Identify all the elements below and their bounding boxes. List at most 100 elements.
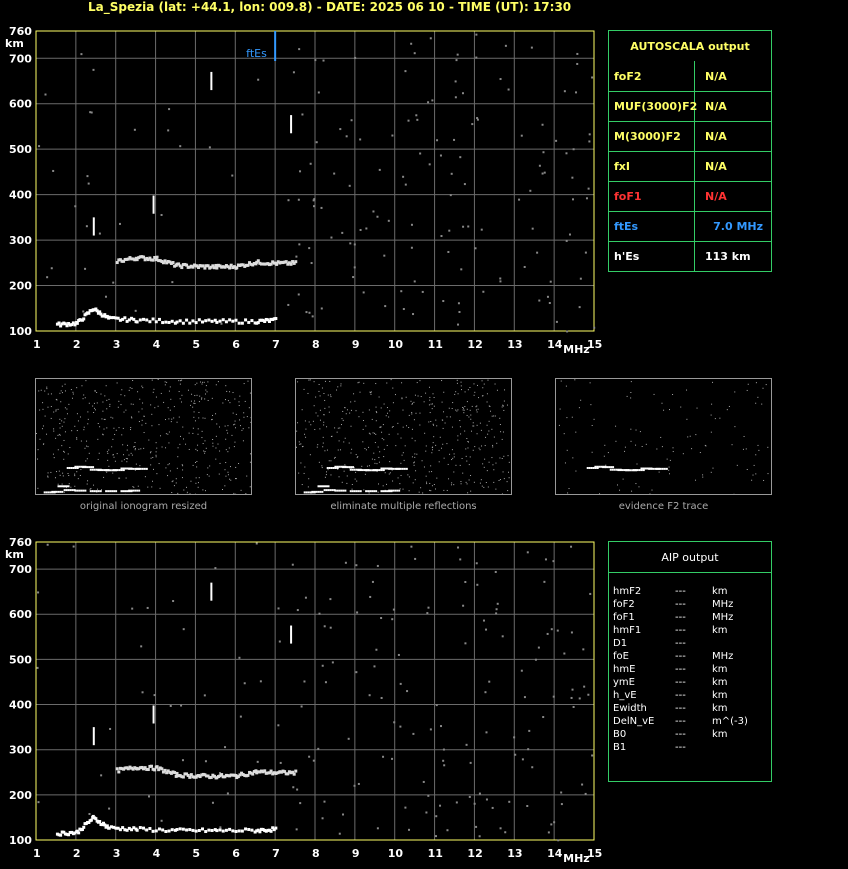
thumb-noise — [506, 481, 508, 483]
x-tick-label: 7 — [272, 338, 280, 351]
thumb-noise — [746, 469, 748, 471]
thumb-noise — [498, 480, 500, 482]
noise-point — [355, 671, 358, 674]
noise-point — [546, 632, 549, 635]
x-tick-label: 5 — [192, 847, 200, 860]
aip-row: Ewidth --- km — [613, 702, 771, 715]
trace-point — [210, 319, 214, 323]
thumb-noise — [359, 391, 361, 393]
thumb-noise — [202, 489, 204, 491]
thumb-noise — [61, 445, 63, 447]
thumb-noise — [593, 418, 595, 420]
thumb-noise — [362, 411, 364, 413]
thumb-noise — [193, 416, 195, 418]
trace-point — [237, 321, 241, 325]
noise-point — [292, 71, 295, 74]
thumb-trace — [57, 490, 60, 493]
noise-point — [412, 313, 415, 316]
thumb-noise — [134, 445, 136, 447]
thumb-noise — [106, 451, 108, 453]
thumb-trace — [342, 489, 345, 492]
thumb-noise — [368, 465, 370, 467]
thumb-noise — [378, 456, 380, 458]
noise-point — [226, 792, 229, 795]
thumb-noise — [726, 409, 728, 411]
thumb-noise — [148, 439, 150, 441]
thumb-noise — [301, 484, 303, 486]
thumb-noise — [143, 447, 145, 449]
thumb-noise — [660, 436, 662, 438]
thumb-noise — [313, 405, 315, 407]
noise-point — [321, 664, 324, 667]
noise-point — [148, 795, 151, 798]
thumb-noise — [350, 425, 352, 427]
noise-point — [576, 52, 579, 55]
thumb-noise — [179, 380, 181, 382]
noise-point — [499, 277, 502, 280]
thumb-noise — [414, 440, 416, 442]
thumb-noise — [375, 433, 377, 435]
thumb-noise — [39, 409, 41, 411]
x-tick-label: 12 — [467, 847, 482, 860]
thumb-noise — [351, 483, 353, 485]
x-tick-label: 14 — [547, 847, 563, 860]
thumb-noise — [138, 448, 140, 450]
thumb-noise — [112, 438, 114, 440]
thumb-noise — [416, 382, 418, 384]
trace-point — [180, 266, 184, 270]
thumb-trace — [122, 490, 125, 493]
thumb-noise — [710, 431, 712, 433]
thumb-noise — [74, 473, 76, 475]
aip-table: AIP output hmF2 --- km foF2 --- MHz foF1 --- MHz… — [608, 541, 772, 782]
trace-point — [247, 828, 251, 832]
thumb-noise — [397, 433, 399, 435]
noise-point — [376, 215, 379, 218]
noise-point — [457, 546, 460, 549]
noise-point — [422, 780, 425, 783]
thumb-noise — [227, 451, 229, 453]
noise-point — [400, 290, 403, 293]
thumb-trace — [636, 469, 639, 472]
thumb-noise — [63, 421, 65, 423]
thumb-noise — [324, 450, 326, 452]
thumb-trace — [91, 490, 94, 493]
thumb-trace — [348, 466, 351, 469]
thumb-noise — [478, 447, 480, 449]
trace-point — [148, 320, 152, 324]
thumb-trace — [68, 466, 71, 469]
thumb-trace — [606, 466, 609, 469]
thumb-noise — [559, 408, 561, 410]
thumb-noise — [619, 489, 621, 491]
thumb-noise — [309, 379, 311, 381]
thumb-trace — [336, 489, 339, 492]
thumb-noise — [448, 407, 450, 409]
thumb-trace — [634, 469, 637, 472]
thumb-noise — [375, 420, 377, 422]
thumb-noise — [125, 477, 127, 479]
thumb-noise — [235, 413, 237, 415]
thumb-noise — [304, 466, 306, 468]
thumb-noise — [653, 393, 655, 395]
trace-point — [292, 772, 296, 776]
noise-point — [408, 828, 411, 831]
thumb-noise — [411, 437, 413, 439]
thumb-noise — [44, 390, 46, 392]
thumb-noise — [76, 387, 78, 389]
noise-point — [443, 764, 446, 767]
thumb-noise — [363, 382, 365, 384]
thumb-trace — [89, 468, 92, 471]
thumb-trace — [351, 468, 354, 471]
thumb-noise — [128, 454, 130, 456]
thumb-noise — [374, 432, 376, 434]
thumb-noise — [57, 449, 59, 451]
thumb-trace — [111, 490, 114, 493]
noise-point — [353, 243, 356, 246]
thumb-trace — [367, 490, 370, 493]
noise-point — [345, 135, 348, 138]
thumb-trace — [663, 467, 666, 470]
trace-point — [155, 255, 159, 259]
thumb-noise — [599, 493, 601, 494]
thumb-noise — [368, 432, 370, 434]
x-axis-unit: MHz — [563, 852, 590, 865]
thumb-noise — [113, 456, 115, 458]
